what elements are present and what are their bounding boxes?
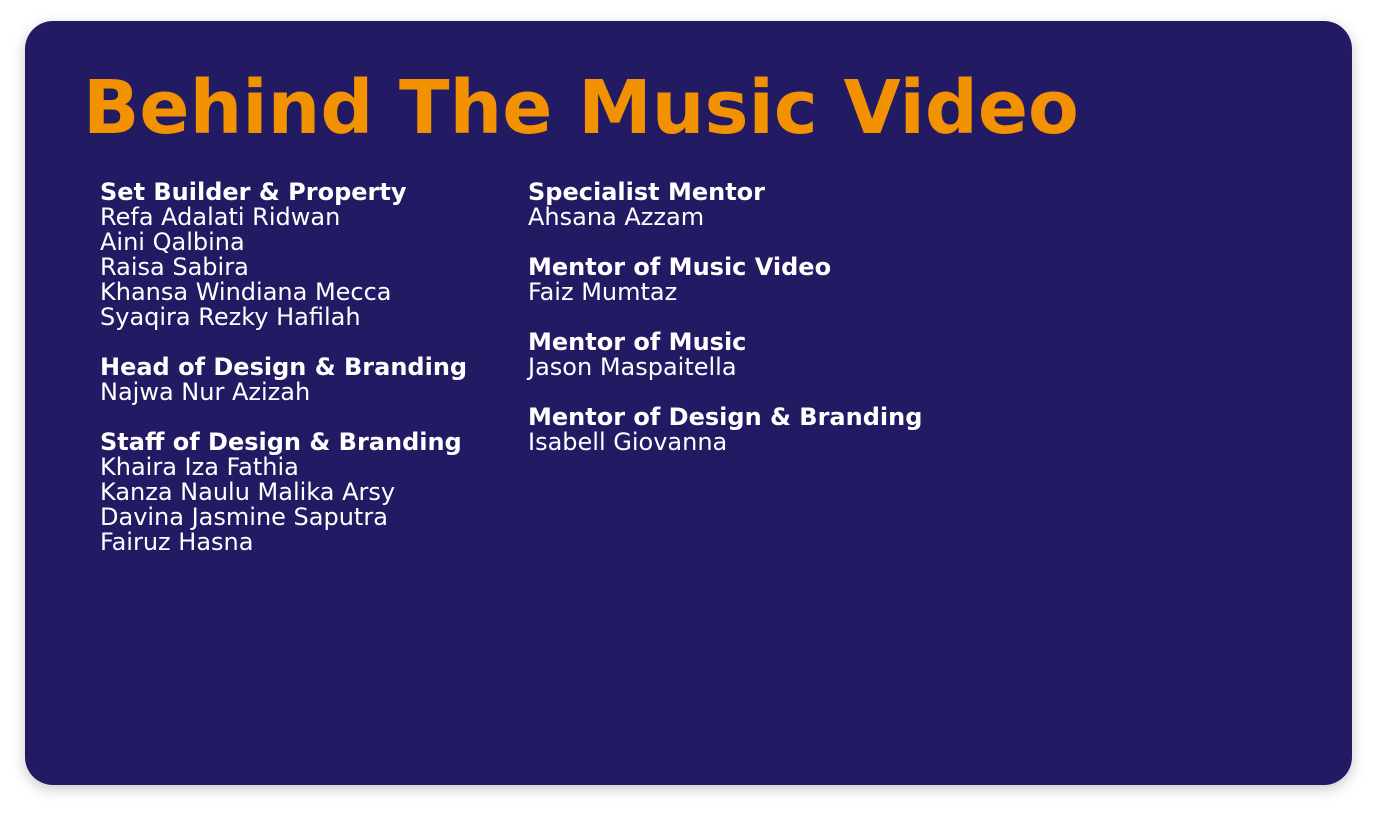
person-name: Isabell Giovanna (528, 428, 728, 456)
person-name: Refa Adalati Ridwan (100, 203, 341, 231)
role-heading: Mentor of Design & Branding (528, 403, 923, 431)
credit-group-head-design: Head of Design & Branding Najwa Nur Aziz… (100, 355, 467, 405)
credit-group-staff-design: Staff of Design & Branding Khaira Iza Fa… (100, 430, 467, 555)
credits-column-left: Set Builder & Property Refa Adalati Ridw… (100, 180, 467, 580)
role-heading: Set Builder & Property (100, 178, 407, 206)
person-name: Raisa Sabira (100, 253, 249, 281)
person-name: Fairuz Hasna (100, 528, 254, 556)
role-heading: Head of Design & Branding (100, 353, 468, 381)
person-name: Najwa Nur Azizah (100, 378, 311, 406)
person-name: Khansa Windiana Mecca (100, 278, 392, 306)
person-name: Davina Jasmine Saputra (100, 503, 388, 531)
person-name: Ahsana Azzam (528, 203, 705, 231)
person-name: Khaira Iza Fathia (100, 453, 299, 481)
credit-group-mentor-music-video: Mentor of Music Video Faiz Mumtaz (528, 255, 922, 305)
person-name: Kanza Naulu Malika Arsy (100, 478, 396, 506)
credits-card: Behind The Music Video Set Builder & Pro… (25, 21, 1352, 785)
person-name: Syaqira Rezky Hafilah (100, 303, 361, 331)
credits-column-right: Specialist Mentor Ahsana Azzam Mentor of… (528, 180, 922, 480)
role-heading: Mentor of Music (528, 328, 747, 356)
person-name: Jason Maspaitella (528, 353, 737, 381)
role-heading: Staff of Design & Branding (100, 428, 462, 456)
role-heading: Specialist Mentor (528, 178, 765, 206)
page-title: Behind The Music Video (83, 65, 1079, 151)
role-heading: Mentor of Music Video (528, 253, 832, 281)
credit-group-mentor-music: Mentor of Music Jason Maspaitella (528, 330, 922, 380)
person-name: Aini Qalbina (100, 228, 245, 256)
credit-group-set-builder: Set Builder & Property Refa Adalati Ridw… (100, 180, 467, 330)
credit-group-mentor-design: Mentor of Design & Branding Isabell Giov… (528, 405, 922, 455)
credit-group-specialist-mentor: Specialist Mentor Ahsana Azzam (528, 180, 922, 230)
person-name: Faiz Mumtaz (528, 278, 678, 306)
